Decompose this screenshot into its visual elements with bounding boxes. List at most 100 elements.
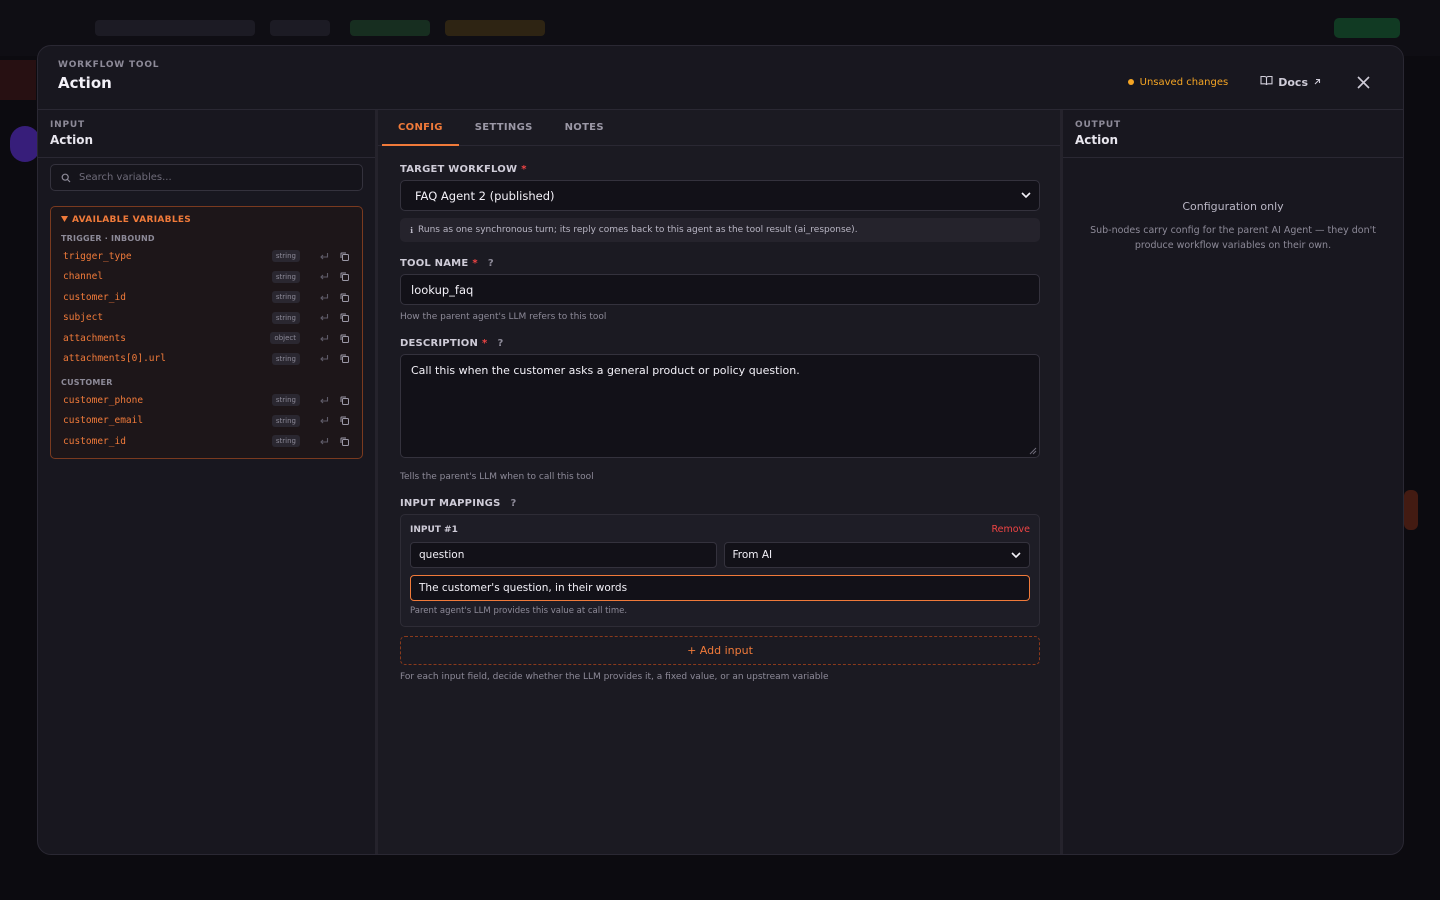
help-icon[interactable]: ? xyxy=(511,498,517,509)
variable-type-badge: string xyxy=(271,311,300,324)
insert-icon[interactable] xyxy=(318,394,330,406)
variable-row[interactable]: attachments[0].url string xyxy=(51,349,362,370)
available-variables-label: AVAILABLE VARIABLES xyxy=(72,215,192,225)
help-icon[interactable]: ? xyxy=(497,338,503,349)
unsaved-changes-indicator: Unsaved changes xyxy=(1127,76,1229,88)
external-link-icon xyxy=(1313,76,1321,89)
variable-name: attachments[0].url xyxy=(63,353,166,365)
description-label-text: DESCRIPTION xyxy=(400,338,479,349)
tool-name-label: TOOL NAME *? xyxy=(400,258,1040,269)
description-help: Tells the parent's LLM when to call this… xyxy=(400,472,594,482)
variable-name: customer_phone xyxy=(63,394,144,406)
required-marker: * xyxy=(521,164,527,175)
variable-row[interactable]: trigger_type string xyxy=(51,246,362,267)
background-breadcrumb xyxy=(95,20,255,36)
copy-icon[interactable] xyxy=(338,332,350,344)
variable-name: channel xyxy=(63,271,104,283)
mapping-help: Parent agent's LLM provides this value a… xyxy=(410,606,628,616)
docs-label: Docs xyxy=(1278,75,1308,89)
config-pane: CONFIG SETTINGS NOTES TARGET WORKFLOW * F… xyxy=(378,110,1063,854)
book-icon xyxy=(1260,75,1273,89)
mapping-source-value: From AI xyxy=(732,549,773,561)
description-textarea[interactable]: Call this when the customer asks a gener… xyxy=(400,354,1040,458)
mapping-description-input[interactable]: The customer's question, in their words xyxy=(410,575,1030,601)
copy-icon[interactable] xyxy=(338,435,350,447)
add-input-button[interactable]: + Add input xyxy=(400,636,1040,665)
insert-icon[interactable] xyxy=(318,250,330,262)
input-eyebrow: INPUT xyxy=(50,120,85,130)
insert-icon[interactable] xyxy=(318,291,330,303)
tool-name-help: How the parent agent's LLM refers to thi… xyxy=(400,312,607,322)
copy-icon[interactable] xyxy=(338,312,350,324)
mapping-name-input[interactable]: question xyxy=(410,542,717,568)
available-variables-toggle[interactable]: AVAILABLE VARIABLES xyxy=(51,215,362,225)
output-pane: OUTPUT Action Configuration only Sub-nod… xyxy=(1063,110,1403,854)
copy-icon[interactable] xyxy=(338,271,350,283)
remove-mapping-button[interactable]: Remove xyxy=(991,524,1030,535)
input-pane: INPUT Action AVAILABLE VARIABLES TRIGGER… xyxy=(38,110,378,854)
variable-row[interactable]: customer_id string xyxy=(51,287,362,308)
variable-row[interactable]: channel string xyxy=(51,267,362,288)
mapping-name-value: question xyxy=(419,549,465,561)
variable-row[interactable]: attachments object xyxy=(51,328,362,349)
variable-name: customer_email xyxy=(63,415,144,427)
tab-notes[interactable]: NOTES xyxy=(549,110,620,145)
output-title: Action xyxy=(1075,133,1119,147)
variable-type-badge: string xyxy=(271,394,300,407)
variable-row[interactable]: customer_email string xyxy=(51,411,362,432)
tab-config[interactable]: CONFIG xyxy=(382,110,459,146)
copy-icon[interactable] xyxy=(338,415,350,427)
variable-type-badge: string xyxy=(271,291,300,304)
resize-handle-icon[interactable] xyxy=(1029,447,1037,455)
variable-name: attachments xyxy=(63,332,126,344)
config-tabs: CONFIG SETTINGS NOTES xyxy=(378,110,1060,146)
insert-icon[interactable] xyxy=(318,271,330,283)
description-value: Call this when the customer asks a gener… xyxy=(411,364,800,377)
unsaved-label: Unsaved changes xyxy=(1139,76,1229,88)
variable-search[interactable] xyxy=(50,164,363,191)
variable-type-badge: string xyxy=(271,414,300,427)
search-icon xyxy=(61,173,71,182)
tool-name-input[interactable]: lookup_faq xyxy=(400,274,1040,305)
copy-icon[interactable] xyxy=(338,291,350,303)
output-eyebrow: OUTPUT xyxy=(1075,120,1121,130)
variable-search-input[interactable] xyxy=(79,172,339,183)
input-pane-header: INPUT Action xyxy=(38,110,375,158)
variable-group-label: TRIGGER · INBOUND xyxy=(61,234,155,243)
input-mapping-card: INPUT #1 Remove question From AI The cus… xyxy=(400,514,1040,627)
copy-icon[interactable] xyxy=(338,250,350,262)
input-mappings-label-text: INPUT MAPPINGS xyxy=(400,498,501,509)
info-icon: ℹ xyxy=(410,225,414,235)
background-chip xyxy=(445,20,545,36)
insert-icon[interactable] xyxy=(318,332,330,344)
input-mapping-title: INPUT #1 xyxy=(410,524,458,535)
variable-type-badge: string xyxy=(271,352,300,365)
help-icon[interactable]: ? xyxy=(488,258,494,269)
copy-icon[interactable] xyxy=(338,394,350,406)
variable-row[interactable]: customer_phone string xyxy=(51,390,362,411)
target-workflow-value: FAQ Agent 2 (published) xyxy=(415,188,555,203)
variable-name: customer_id xyxy=(63,291,126,303)
variable-row[interactable]: customer_id string xyxy=(51,431,362,452)
variable-row[interactable]: subject string xyxy=(51,308,362,329)
variable-name: subject xyxy=(63,312,104,324)
variable-group-label: CUSTOMER xyxy=(61,378,113,387)
insert-icon[interactable] xyxy=(318,435,330,447)
copy-icon[interactable] xyxy=(338,353,350,365)
tab-settings[interactable]: SETTINGS xyxy=(459,110,549,145)
insert-icon[interactable] xyxy=(318,415,330,427)
mapping-source-select[interactable]: From AI xyxy=(723,542,1030,568)
background-publish-button xyxy=(1334,18,1400,38)
background-chip xyxy=(270,20,330,36)
tool-name-label-text: TOOL NAME xyxy=(400,258,469,269)
target-workflow-label-text: TARGET WORKFLOW xyxy=(400,164,518,175)
close-button[interactable] xyxy=(1351,70,1375,94)
target-workflow-select[interactable]: FAQ Agent 2 (published) xyxy=(400,180,1040,211)
chevron-down-icon xyxy=(1021,192,1031,199)
docs-link[interactable]: Docs xyxy=(1252,71,1329,93)
chevron-down-icon xyxy=(1011,551,1021,558)
output-pane-header: OUTPUT Action xyxy=(1063,110,1403,158)
variable-type-badge: string xyxy=(271,250,300,263)
insert-icon[interactable] xyxy=(318,353,330,365)
insert-icon[interactable] xyxy=(318,312,330,324)
